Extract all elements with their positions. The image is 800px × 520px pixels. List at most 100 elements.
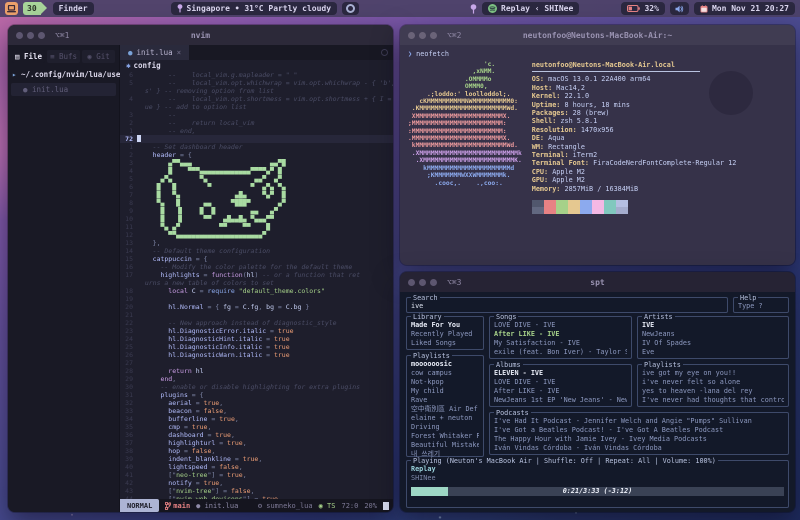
code-line: ue } -- add to option list [120, 103, 393, 111]
code-line: 3 -- [120, 111, 393, 119]
list-item[interactable]: elaine + neuton [411, 414, 479, 423]
nvim-titlebar[interactable]: ⌥⌘1 nvim [8, 25, 393, 45]
clock-widget[interactable]: Mon Nov 21 20:27 [694, 2, 795, 15]
list-item[interactable]: 空中衛別區 Air Def [411, 405, 479, 414]
list-item[interactable]: My Satisfaction - IVE [494, 339, 627, 348]
terminal-titlebar[interactable]: ⌥⌘2 neutonfoo@Neutons-MacBook-Air:~ [400, 25, 795, 45]
list-item[interactable]: moooooosic [411, 360, 479, 369]
list-item[interactable]: Made For You [411, 321, 479, 330]
list-item[interactable]: Liked Songs [411, 339, 479, 348]
zoom-button[interactable] [430, 279, 437, 286]
code-line: 21 [120, 311, 393, 319]
list-item[interactable]: My child [411, 387, 479, 396]
list-item[interactable]: After LIKE - IVE [494, 330, 627, 339]
code-line: 41 ["neo-tree"] = true, [120, 471, 393, 479]
list-item[interactable]: i've never felt so alone [642, 378, 784, 387]
code-line: 32 aerial = true, [120, 399, 393, 407]
list-item[interactable]: LOVE DIVE - IVE [494, 321, 627, 330]
ascii-art-line: ;MMMMMMMMMMMMMMMMMMMMMMMM: [408, 120, 522, 127]
list-item[interactable]: Beautiful Mistakes [411, 441, 479, 450]
neotree-tab-git[interactable]: ◉ Git [82, 50, 115, 63]
songs-box: Songs LOVE DIVE - IVEAfter LIKE - IVEMy … [489, 316, 632, 359]
list-item[interactable]: Driving [411, 423, 479, 432]
neofetch-apple-ascii-art: 'c. ,xNMM. .OMMMMo OMMM0, .;loddo:' lool… [408, 61, 522, 214]
laptop-app-icon[interactable] [5, 2, 18, 15]
menubar: 30 Finder Singapore • 31°C Partly cloudy… [0, 0, 800, 17]
now-playing-box: Playing (Neuton's MacBook Air | Shuffle:… [406, 460, 789, 508]
list-item[interactable]: Recently Played [411, 330, 479, 339]
prompt-line: ❯ neofetch [408, 50, 787, 58]
code-line: 2 -- return local_vim [120, 119, 393, 127]
neotree-files: ● init.lua [8, 83, 119, 96]
minimize-button[interactable] [419, 32, 426, 39]
list-item[interactable]: IV Of Spades [642, 339, 784, 348]
active-app-name[interactable]: Finder [53, 2, 94, 15]
volume-widget[interactable] [670, 2, 689, 15]
list-item[interactable]: cow campus [411, 369, 479, 378]
code-line: 26 hl.DiagnosticWarn.italic = true [120, 351, 393, 359]
list-item[interactable]: I've never had thoughts that control me [642, 396, 784, 405]
pin-icon[interactable] [470, 4, 477, 14]
list-item[interactable]: LOVE DIVE - IVE [494, 378, 627, 387]
spt-titlebar[interactable]: ⌥⌘3 spt [400, 272, 795, 292]
minimize-button[interactable] [27, 32, 34, 39]
list-item[interactable]: Rave [411, 396, 479, 405]
code-line: 2 header = { [120, 151, 393, 159]
code-line: 24 hl.DiagnosticHint.italic = true [120, 335, 393, 343]
zoom-button[interactable] [430, 32, 437, 39]
buffer-tab[interactable]: ● init.lua × [120, 45, 189, 60]
list-item[interactable]: Forest Whitaker Ra [411, 432, 479, 441]
code-line: s' } -- removing option from list [120, 87, 393, 95]
code-line: 1 -- Set dashboard header [120, 143, 393, 151]
close-button[interactable] [408, 279, 415, 286]
git-branch[interactable]: main [165, 502, 190, 510]
code-line: 31 plugins = { [120, 391, 393, 399]
list-item[interactable]: The Happy Hour with Jamie Ivey - Ivey Me… [494, 435, 784, 444]
zoom-button[interactable] [38, 32, 45, 39]
minimize-button[interactable] [419, 279, 426, 286]
tab-close-icon[interactable]: × [177, 48, 182, 57]
list-item[interactable]: I've Got a Beatles Podcast! - I've Got A… [494, 426, 784, 435]
buffer-picker-icon[interactable] [381, 49, 388, 56]
code-line: 23 hl.DiagnosticError.italic = true [120, 327, 393, 335]
list-item[interactable]: yes to heaven -lana del rey [642, 387, 784, 396]
now-playing-widget[interactable]: Replay ‹ SHINee [482, 2, 579, 15]
list-item[interactable]: I've Had It Podcast - Jennifer Welch and… [494, 417, 784, 426]
neotree-tab-bufs[interactable]: ≡ Bufs [47, 50, 80, 63]
progress-bar[interactable]: 0:21/3:33 (-3:12) [411, 487, 784, 496]
code-line: 8 ▀▄ █ ▄▄ ▀███▀ ▄▀ [120, 199, 393, 207]
list-item[interactable]: After LIKE - IVE [494, 387, 627, 396]
help-box[interactable]: Help Type ? [733, 297, 789, 313]
list-item[interactable]: IVE [642, 321, 784, 330]
list-item[interactable]: Not-kpop [411, 378, 479, 387]
neotree-tab-file[interactable]: ▤ File [12, 50, 45, 63]
neotree-path[interactable]: ▸ ~/.config/nvim/lua/user [8, 67, 119, 82]
code-line: 10 █ ▐▌ ▀▀ ▄█▄▄█▄ ▀▄▄▄▀▀ [120, 215, 393, 223]
list-item[interactable]: Eve [642, 348, 784, 357]
list-item[interactable]: ive got my eye on you!! [642, 369, 784, 378]
terminal-content[interactable]: ❯ neofetch 'c. ,xNMM. .OMMMMo OMMM0, .;l… [400, 45, 795, 265]
window-shortcut: ⌥⌘3 [447, 278, 461, 287]
ascii-art-line: OMMM0, [408, 83, 522, 90]
list-item[interactable]: NewJeans 1st EP 'New Jeans' - NewJeans [494, 396, 627, 405]
battery-widget[interactable]: 32% [621, 2, 664, 15]
code-line: 37 highlighturl = true, [120, 439, 393, 447]
close-button[interactable] [408, 32, 415, 39]
list-item[interactable]: exile (feat. Bon Iver) - Taylor Swift, [494, 348, 627, 357]
close-button[interactable] [16, 32, 23, 39]
list-item[interactable]: Iván Vindas Córdoba - Iván Vindas Córdob… [494, 444, 784, 453]
code-line: 6 █ █ ▀ ▀ ▄▀▄ ▀▄ [120, 183, 393, 191]
code-line: 6 -- local_vim.g.mapleader = " " [120, 71, 393, 79]
folder-icon: ▸ [12, 70, 21, 79]
space-indicator[interactable]: 30 [23, 2, 41, 15]
search-input[interactable]: Search ive [406, 297, 728, 313]
neotree-file-item[interactable]: ● init.lua [11, 83, 116, 96]
weather-widget[interactable]: Singapore • 31°C Partly cloudy [171, 2, 338, 15]
color-swatch [556, 200, 568, 207]
appearance-toggle[interactable] [342, 2, 359, 15]
list-item[interactable]: ELEVEN - IVE [494, 369, 627, 378]
code-area[interactable]: 6 -- local_vim.g.mapleader = " "5 -- loc… [120, 71, 393, 499]
editor[interactable]: ● init.lua × ✱ config 6 -- local_vim.g.m… [120, 45, 393, 512]
battery-icon [627, 5, 640, 12]
list-item[interactable]: NewJeans [642, 330, 784, 339]
